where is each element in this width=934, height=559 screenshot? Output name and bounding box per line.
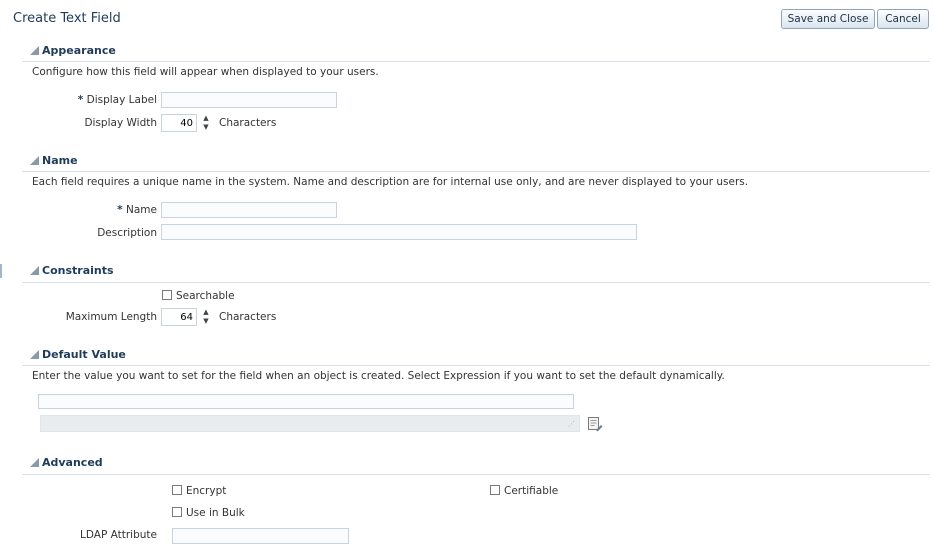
certifiable-label[interactable]: Certifiable [504, 485, 558, 497]
searchable-checkbox[interactable] [162, 290, 172, 300]
page-title: Create Text Field [13, 11, 121, 26]
section-title-default-value[interactable]: Default Value [42, 348, 126, 361]
collapse-triangle-icon[interactable] [30, 350, 39, 359]
appearance-description: Configure how this field will appear whe… [32, 66, 379, 78]
save-and-close-button[interactable]: Save and Close [781, 9, 875, 29]
resize-grip-icon[interactable]: ⋰ [568, 421, 575, 428]
certifiable-checkbox[interactable] [490, 485, 500, 495]
maximum-length-input[interactable] [161, 308, 197, 326]
display-label-text: Display Label [86, 94, 157, 106]
name-label: * Name [117, 204, 157, 216]
default-value-input[interactable] [38, 394, 574, 409]
display-width-unit: Characters [219, 117, 277, 129]
spinner-up-icon[interactable]: ▲ [201, 308, 211, 317]
maximum-length-unit: Characters [219, 311, 277, 323]
display-width-label: Display Width [84, 117, 157, 129]
section-divider [22, 61, 930, 62]
collapse-triangle-icon[interactable] [30, 46, 39, 55]
encrypt-checkbox[interactable] [172, 485, 182, 495]
description-input[interactable] [161, 224, 637, 240]
left-edge-marker [0, 264, 2, 278]
expression-editor-icon[interactable] [587, 416, 603, 432]
expression-textarea[interactable] [40, 415, 580, 432]
section-divider [22, 171, 930, 172]
section-title-name[interactable]: Name [42, 154, 78, 167]
maximum-length-spinner[interactable]: ▲ ▼ [201, 308, 211, 326]
section-divider [22, 474, 930, 475]
required-marker: * [77, 94, 84, 106]
spinner-up-icon[interactable]: ▲ [201, 114, 211, 123]
use-in-bulk-checkbox[interactable] [172, 507, 182, 517]
searchable-label[interactable]: Searchable [176, 290, 235, 302]
ldap-attribute-input[interactable] [172, 528, 349, 544]
description-label: Description [97, 227, 157, 239]
display-label-label: * Display Label [78, 94, 157, 106]
display-label-input[interactable] [161, 92, 337, 108]
display-width-input[interactable] [161, 114, 197, 132]
required-marker: * [117, 204, 123, 216]
encrypt-label[interactable]: Encrypt [186, 485, 226, 497]
name-input[interactable] [161, 202, 337, 218]
maximum-length-label: Maximum Length [65, 311, 157, 323]
section-title-appearance[interactable]: Appearance [42, 44, 116, 57]
display-width-spinner[interactable]: ▲ ▼ [201, 114, 211, 132]
ldap-attribute-label: LDAP Attribute [80, 529, 157, 541]
spinner-down-icon[interactable]: ▼ [201, 123, 211, 132]
name-description: Each field requires a unique name in the… [32, 176, 749, 188]
section-divider [22, 282, 930, 283]
use-in-bulk-label[interactable]: Use in Bulk [186, 507, 245, 519]
section-title-constraints[interactable]: Constraints [42, 264, 114, 277]
collapse-triangle-icon[interactable] [30, 156, 39, 165]
cancel-button[interactable]: Cancel [877, 9, 929, 29]
default-value-description: Enter the value you want to set for the … [32, 370, 725, 382]
section-divider [22, 365, 930, 366]
spinner-down-icon[interactable]: ▼ [201, 317, 211, 326]
section-title-advanced[interactable]: Advanced [42, 456, 103, 469]
collapse-triangle-icon[interactable] [30, 458, 39, 467]
collapse-triangle-icon[interactable] [30, 266, 39, 275]
name-label-text: Name [126, 204, 157, 216]
